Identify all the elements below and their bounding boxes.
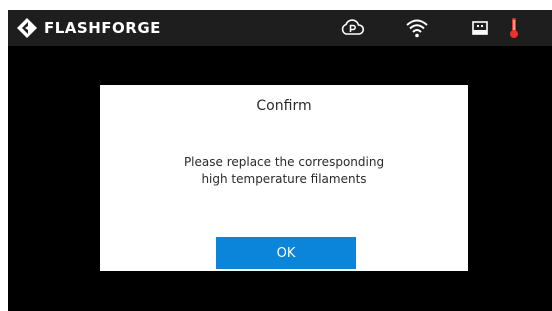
usb-icon[interactable] — [471, 17, 489, 39]
confirm-dialog: Confirm Please replace the corresponding… — [100, 85, 468, 271]
dialog-message-line-2: high temperature filaments — [201, 172, 367, 186]
flashforge-logo-icon — [17, 18, 37, 38]
top-status-bar: FLASHFORGE — [8, 10, 552, 46]
wifi-icon[interactable] — [405, 17, 429, 39]
dialog-title: Confirm — [256, 98, 312, 114]
brand: FLASHFORGE — [16, 17, 161, 39]
cloud-print-icon[interactable] — [339, 17, 365, 39]
modal-overlay: Confirm Please replace the corresponding… — [8, 46, 552, 311]
dialog-message: Please replace the corresponding high te… — [120, 154, 448, 188]
ok-button[interactable]: OK — [216, 237, 356, 269]
brand-name: FLASHFORGE — [44, 19, 161, 37]
printer-screen: FLASHFORGE Confirm Please replace the co… — [8, 10, 552, 311]
dialog-message-line-1: Please replace the corresponding — [183, 155, 385, 169]
thermometer-icon[interactable] — [508, 17, 520, 39]
